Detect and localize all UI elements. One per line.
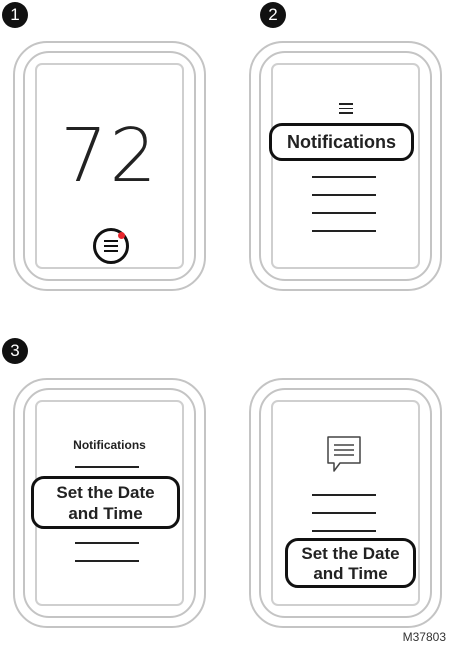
thermostat-bezel: 72 [23, 51, 196, 281]
thermostat-panel-2: Notifications [249, 41, 442, 291]
thermostat-screen: Notifications [269, 63, 420, 269]
set-date-time-line-1: Set the Date [56, 483, 155, 502]
message-text-line [312, 512, 376, 514]
step-3-badge: 3 [2, 338, 28, 364]
notifications-heading: Notifications [73, 438, 146, 452]
thermostat-screen: 72 [35, 63, 184, 269]
menu-list-line [312, 230, 376, 232]
thermostat-panel-3: Notifications Set the Date and Time [13, 378, 206, 628]
message-text-line [312, 530, 376, 532]
list-line [75, 466, 139, 468]
set-date-time-line-2: and Time [313, 564, 388, 583]
alert-dot-icon [117, 232, 125, 239]
menu-list-line [312, 212, 376, 214]
set-date-time-item[interactable]: Set the Date and Time [31, 476, 180, 529]
message-text-line [312, 494, 376, 496]
notifications-menu-item[interactable]: Notifications [269, 123, 414, 161]
menu-icon [338, 103, 353, 117]
list-line [75, 560, 139, 562]
message-icon [327, 436, 361, 472]
menu-icon [103, 240, 118, 255]
step-2-badge: 2 [260, 2, 286, 28]
thermostat-bezel: Notifications Set the Date and Time [23, 388, 196, 618]
thermostat-screen: Notifications Set the Date and Time [31, 400, 184, 606]
set-date-time-line-2: and Time [68, 504, 143, 523]
thermostat-screen: Set the Date and Time [271, 400, 420, 606]
set-date-time-line-1: Set the Date [301, 544, 400, 563]
set-date-time-title: Set the Date and Time [285, 538, 416, 588]
thermostat-bezel: Set the Date and Time [259, 388, 432, 618]
figure-code: M37803 [402, 630, 446, 644]
list-line [75, 542, 139, 544]
step-1-badge: 1 [2, 2, 28, 28]
thermostat-bezel: Notifications [259, 51, 432, 281]
menu-list-line [312, 194, 376, 196]
menu-list-line [312, 176, 376, 178]
thermostat-panel-1: 72 [13, 41, 206, 291]
temperature-reading: 72 [60, 113, 159, 199]
menu-button[interactable] [92, 228, 129, 264]
thermostat-panel-4: Set the Date and Time [249, 378, 442, 628]
